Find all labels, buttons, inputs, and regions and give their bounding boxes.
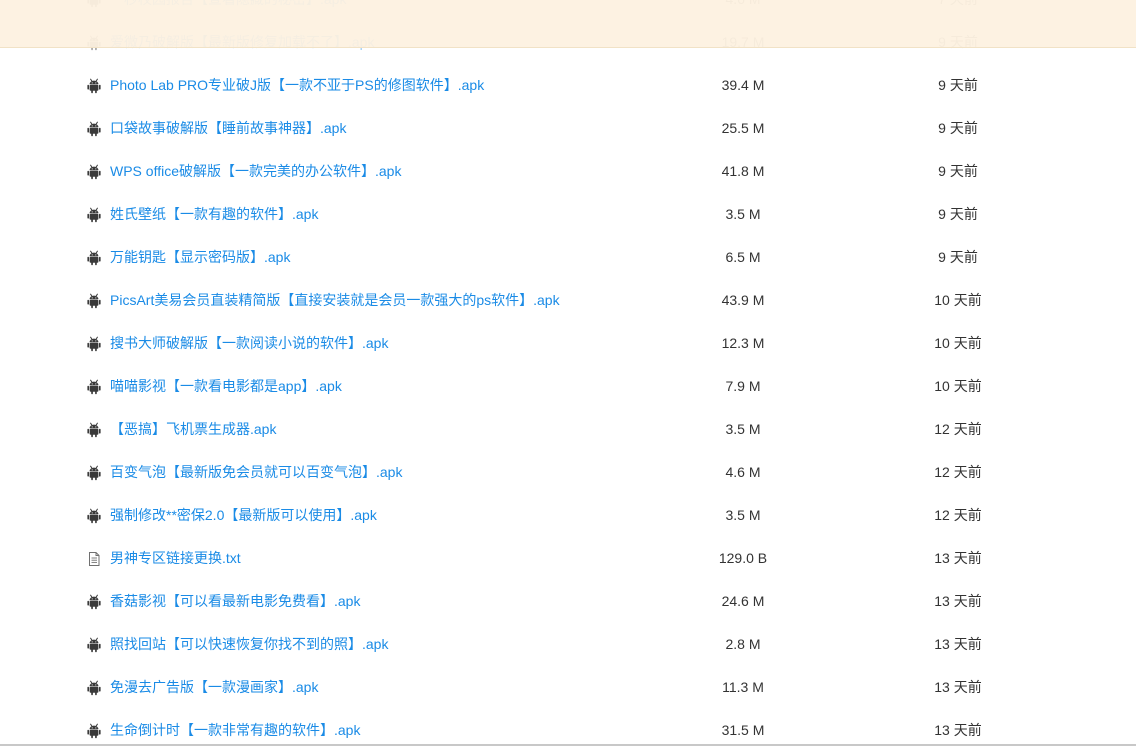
file-time: 9 天前 xyxy=(938,120,978,136)
file-row[interactable]: 百变气泡【最新版免会员就可以百变气泡】.apk 4.6 M 12 天前 xyxy=(0,451,1136,494)
file-size: 2.8 M xyxy=(725,636,761,652)
file-time: 13 天前 xyxy=(934,722,982,738)
file-size: 41.8 M xyxy=(721,163,765,179)
file-size: 25.5 M xyxy=(721,120,765,136)
file-name-link[interactable]: 【恶搞】飞机票生成器.apk xyxy=(110,421,276,438)
file-time: 9 天前 xyxy=(938,163,978,179)
file-time: 12 天前 xyxy=(934,507,982,523)
android-icon xyxy=(86,379,102,395)
file-row[interactable]: WPS office破解版【一款完美的办公软件】.apk 41.8 M 9 天前 xyxy=(0,150,1136,193)
file-size: 6.5 M xyxy=(725,249,761,265)
file-size: 24.6 M xyxy=(721,593,765,609)
file-name-link[interactable]: 强制修改**密保2.0【最新版可以使用】.apk xyxy=(110,507,377,524)
android-icon xyxy=(86,250,102,266)
file-row[interactable]: 男神专区链接更换.txt 129.0 B 13 天前 xyxy=(0,537,1136,580)
file-row[interactable]: Photo Lab PRO专业破J版【一款不亚于PS的修图软件】.apk 39.… xyxy=(0,64,1136,107)
file-row[interactable]: 姓氏壁纸【一款有趣的软件】.apk 3.5 M 9 天前 xyxy=(0,193,1136,236)
file-time: 13 天前 xyxy=(934,679,982,695)
file-time: 12 天前 xyxy=(934,464,982,480)
file-name-link[interactable]: WPS office破解版【一款完美的办公软件】.apk xyxy=(110,163,401,180)
android-icon xyxy=(86,121,102,137)
file-name-link[interactable]: 搜书大师破解版【一款阅读小说的软件】.apk xyxy=(110,335,388,352)
file-time: 9 天前 xyxy=(938,77,978,93)
top-banner-overlay xyxy=(0,0,1136,48)
file-row[interactable]: 喵喵影视【一款看电影都是app】.apk 7.9 M 10 天前 xyxy=(0,365,1136,408)
file-size: 3.5 M xyxy=(725,507,761,523)
android-icon xyxy=(86,207,102,223)
file-name-link[interactable]: 生命倒计时【一款非常有趣的软件】.apk xyxy=(110,722,360,739)
android-icon xyxy=(86,637,102,653)
file-time: 12 天前 xyxy=(934,421,982,437)
file-size: 43.9 M xyxy=(721,292,765,308)
file-row[interactable]: 口袋故事破解版【睡前故事神器】.apk 25.5 M 9 天前 xyxy=(0,107,1136,150)
file-time: 13 天前 xyxy=(934,550,982,566)
text-file-icon xyxy=(86,551,102,567)
android-icon xyxy=(86,723,102,739)
file-row[interactable]: 香菇影视【可以看最新电影免费看】.apk 24.6 M 13 天前 xyxy=(0,580,1136,623)
file-time: 10 天前 xyxy=(934,292,982,308)
file-name-link[interactable]: 照找回站【可以快速恢复你找不到的照】.apk xyxy=(110,636,388,653)
android-icon xyxy=(86,293,102,309)
file-size: 31.5 M xyxy=(721,722,765,738)
file-row[interactable]: 生命倒计时【一款非常有趣的软件】.apk 31.5 M 13 天前 xyxy=(0,709,1136,746)
file-time: 9 天前 xyxy=(938,206,978,222)
file-row[interactable]: 【恶搞】飞机票生成器.apk 3.5 M 12 天前 xyxy=(0,408,1136,451)
file-name-link[interactable]: 万能钥匙【显示密码版】.apk xyxy=(110,249,290,266)
android-icon xyxy=(86,164,102,180)
file-size: 4.6 M xyxy=(725,464,761,480)
android-icon xyxy=(86,78,102,94)
file-name-link[interactable]: 喵喵影视【一款看电影都是app】.apk xyxy=(110,378,342,395)
file-size: 3.5 M xyxy=(725,206,761,222)
file-size: 7.9 M xyxy=(725,378,761,394)
android-icon xyxy=(86,336,102,352)
file-size: 11.3 M xyxy=(722,679,764,695)
file-row[interactable]: 照找回站【可以快速恢复你找不到的照】.apk 2.8 M 13 天前 xyxy=(0,623,1136,666)
file-name-link[interactable]: 香菇影视【可以看最新电影免费看】.apk xyxy=(110,593,360,610)
file-time: 10 天前 xyxy=(934,335,982,351)
file-size: 3.5 M xyxy=(725,421,761,437)
file-row[interactable]: 万能钥匙【显示密码版】.apk 6.5 M 9 天前 xyxy=(0,236,1136,279)
file-row[interactable]: PicsArt美易会员直装精简版【直接安装就是会员一款强大的ps软件】.apk … xyxy=(0,279,1136,322)
file-name-link[interactable]: 男神专区链接更换.txt xyxy=(110,550,241,567)
file-size: 12.3 M xyxy=(721,335,765,351)
file-name-link[interactable]: PicsArt美易会员直装精简版【直接安装就是会员一款强大的ps软件】.apk xyxy=(110,292,560,309)
file-time: 13 天前 xyxy=(934,636,982,652)
file-row[interactable]: 强制修改**密保2.0【最新版可以使用】.apk 3.5 M 12 天前 xyxy=(0,494,1136,537)
file-row[interactable]: 搜书大师破解版【一款阅读小说的软件】.apk 12.3 M 10 天前 xyxy=(0,322,1136,365)
file-name-link[interactable]: 姓氏壁纸【一款有趣的软件】.apk xyxy=(110,206,318,223)
android-icon xyxy=(86,680,102,696)
file-name-link[interactable]: 免漫去广告版【一款漫画家】.apk xyxy=(110,679,318,696)
file-time: 9 天前 xyxy=(938,249,978,265)
file-time: 10 天前 xyxy=(934,378,982,394)
file-list: 一秒校园报告【查看隐藏的秘密】.apk 4.6 M 7 天前 爱微乃破解版【最新… xyxy=(0,0,1136,746)
file-size: 39.4 M xyxy=(721,77,765,93)
android-icon xyxy=(86,422,102,438)
file-time: 13 天前 xyxy=(934,593,982,609)
android-icon xyxy=(86,594,102,610)
android-icon xyxy=(86,508,102,524)
file-row[interactable]: 免漫去广告版【一款漫画家】.apk 11.3 M 13 天前 xyxy=(0,666,1136,709)
file-size: 129.0 B xyxy=(718,550,768,566)
file-name-link[interactable]: 百变气泡【最新版免会员就可以百变气泡】.apk xyxy=(110,464,402,481)
file-name-link[interactable]: Photo Lab PRO专业破J版【一款不亚于PS的修图软件】.apk xyxy=(110,77,484,94)
file-list-page: 一秒校园报告【查看隐藏的秘密】.apk 4.6 M 7 天前 爱微乃破解版【最新… xyxy=(0,0,1136,746)
android-icon xyxy=(86,465,102,481)
file-name-link[interactable]: 口袋故事破解版【睡前故事神器】.apk xyxy=(110,120,346,137)
